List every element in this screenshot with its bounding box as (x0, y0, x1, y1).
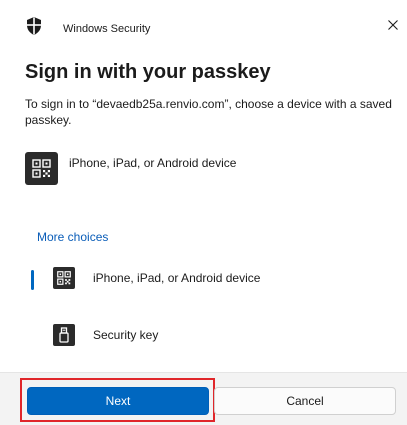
title-bar: Windows Security (0, 0, 407, 48)
option-label: Security key (93, 328, 159, 342)
dialog-description: To sign in to “devaedb25a.renvio.com”, c… (25, 97, 392, 127)
option-phone-device[interactable]: iPhone, iPad, or Android device (25, 260, 395, 300)
window-title: Windows Security (63, 23, 151, 35)
qr-code-icon (25, 152, 58, 185)
windows-security-shield-icon (27, 17, 41, 35)
next-button[interactable]: Next (27, 387, 209, 415)
qr-code-icon (53, 267, 75, 289)
close-button[interactable] (382, 14, 404, 36)
option-security-key[interactable]: Security key (25, 317, 395, 357)
cancel-button[interactable]: Cancel (214, 387, 396, 415)
selection-indicator (31, 270, 34, 290)
primary-device-label: iPhone, iPad, or Android device (69, 156, 237, 170)
primary-device-option[interactable]: iPhone, iPad, or Android device (25, 152, 385, 198)
usb-key-icon (53, 324, 75, 346)
close-icon (388, 20, 398, 30)
option-label: iPhone, iPad, or Android device (93, 271, 261, 285)
dialog-heading: Sign in with your passkey (25, 61, 271, 83)
passkey-dialog: Windows Security Sign in with your passk… (0, 0, 407, 425)
more-choices-link[interactable]: More choices (37, 230, 108, 244)
